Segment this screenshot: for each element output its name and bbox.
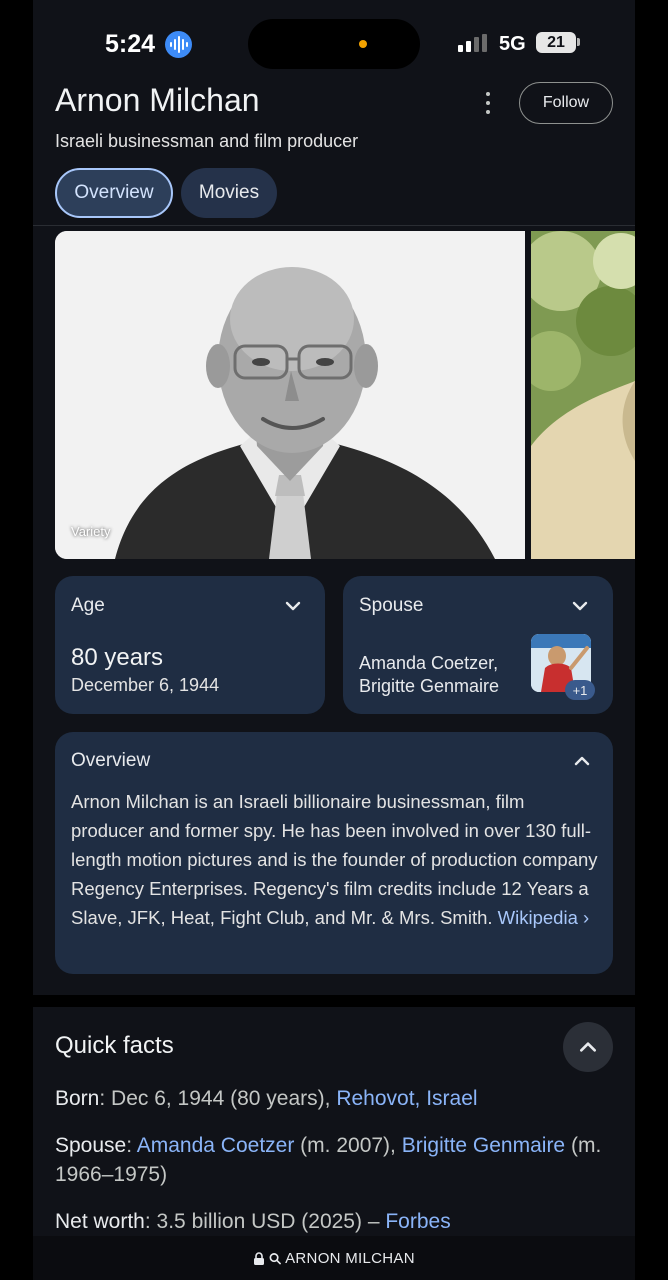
- fact-spouse-sep: :: [126, 1134, 137, 1157]
- address-bar[interactable]: ARNON MILCHAN: [33, 1236, 635, 1280]
- entity-title: Arnon Milchan: [55, 82, 260, 118]
- fact-net-worth-text: : 3.5 billion USD (2025) –: [144, 1210, 386, 1233]
- address-query: ARNON MILCHAN: [285, 1249, 415, 1267]
- overview-text: Arnon Milchan is an Israeli billionaire …: [71, 787, 601, 932]
- birth-date: December 6, 1944: [71, 675, 220, 695]
- fact-born-text: : Dec 6, 1944 (80 years),: [99, 1087, 337, 1110]
- spouse-card[interactable]: Spouse Amanda Coetzer, Brigitte Genmaire…: [343, 576, 613, 714]
- status-time: 5:24: [105, 30, 156, 58]
- voice-waveform-icon: [165, 31, 192, 58]
- overview-card: Overview Arnon Milchan is an Israeli bil…: [55, 732, 613, 974]
- phone-screen: 5:24 5G 21 Arnon Milchan Follow Israeli …: [33, 0, 635, 1280]
- network-type: 5G: [499, 33, 526, 55]
- portrait-image[interactable]: Variety: [55, 231, 525, 559]
- image-source-label: Variety: [71, 524, 111, 539]
- more-options-icon[interactable]: [479, 90, 497, 116]
- search-icon: [269, 1252, 282, 1264]
- spouse-link-2[interactable]: Brigitte Genmaire: [402, 1134, 565, 1157]
- header-divider: [33, 225, 635, 226]
- more-spouses-badge[interactable]: +1: [565, 680, 595, 700]
- fact-net-worth: Net worth: 3.5 billion USD (2025) – Forb…: [55, 1207, 615, 1236]
- fact-spouse: Spouse: Amanda Coetzer (m. 2007), Brigit…: [55, 1131, 615, 1189]
- wikipedia-link[interactable]: Wikipedia: [498, 907, 578, 928]
- collapse-quick-facts-button[interactable]: [563, 1022, 613, 1072]
- overview-heading: Overview: [71, 750, 151, 771]
- spouse-names: Amanda Coetzer, Brigitte Genmaire: [359, 653, 500, 696]
- forbes-link[interactable]: Forbes: [385, 1210, 450, 1233]
- follow-button[interactable]: Follow: [519, 82, 613, 124]
- spouse-label: Spouse: [359, 595, 424, 616]
- privacy-indicator-dot: [359, 40, 367, 48]
- age-card[interactable]: Age 80 years December 6, 1944: [55, 576, 325, 714]
- age-label: Age: [71, 595, 105, 616]
- fact-born-label: Born: [55, 1087, 100, 1110]
- cellular-signal-icon: [458, 34, 487, 52]
- chevron-down-icon[interactable]: [284, 597, 302, 615]
- tab-overview[interactable]: Overview: [55, 168, 173, 218]
- battery-icon: 21: [536, 32, 576, 53]
- spouse-link-1[interactable]: Amanda Coetzer: [137, 1134, 295, 1157]
- fact-born: Born: Dec 6, 1944 (80 years), Rehovot, I…: [55, 1084, 615, 1113]
- secondary-image[interactable]: [531, 231, 635, 559]
- fact-spouse-label: Spouse: [55, 1134, 127, 1157]
- chevron-up-icon[interactable]: [573, 752, 591, 770]
- entity-subtitle: Israeli businessman and film producer: [55, 131, 359, 151]
- age-value: 80 years: [71, 644, 164, 671]
- fact-net-worth-label: Net worth: [55, 1210, 145, 1233]
- fact-spouse-mid: (m. 2007),: [294, 1134, 402, 1157]
- section-divider: [33, 995, 635, 1007]
- wikipedia-link-chevron[interactable]: ›: [583, 907, 589, 928]
- lock-icon: [254, 1251, 265, 1265]
- birthplace-link[interactable]: Rehovot, Israel: [336, 1087, 477, 1110]
- chevron-up-icon: [580, 1042, 596, 1052]
- chevron-down-icon[interactable]: [571, 597, 589, 615]
- quick-facts-title: Quick facts: [55, 1032, 174, 1059]
- dynamic-island: [248, 19, 420, 69]
- tab-movies[interactable]: Movies: [181, 168, 277, 218]
- battery-cap: [577, 38, 580, 46]
